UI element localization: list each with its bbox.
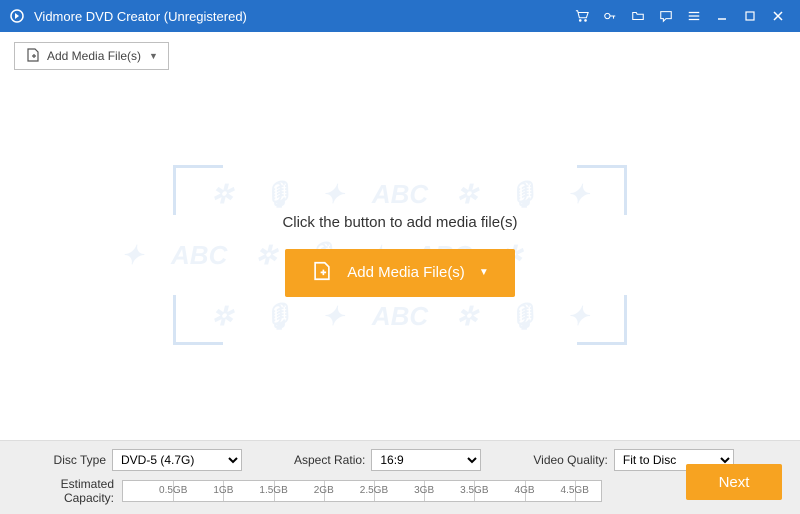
capacity-scale: 0.5GB 1GB 1.5GB 2GB 2.5GB 3GB 3.5GB 4GB … bbox=[122, 480, 602, 502]
add-media-button-big[interactable]: Add Media File(s) ▼ bbox=[285, 249, 514, 297]
video-quality-label: Video Quality: bbox=[533, 453, 608, 467]
key-icon[interactable] bbox=[600, 6, 620, 26]
drop-corner-icon bbox=[173, 165, 223, 215]
tick-label: 2GB bbox=[314, 485, 334, 496]
maximize-icon[interactable] bbox=[740, 6, 760, 26]
chevron-down-icon: ▼ bbox=[479, 267, 489, 278]
titlebar: Vidmore DVD Creator (Unregistered) bbox=[0, 0, 800, 32]
tick-label: 4.5GB bbox=[561, 485, 589, 496]
minimize-icon[interactable] bbox=[712, 6, 732, 26]
aspect-ratio-select[interactable]: 16:9 bbox=[371, 449, 481, 471]
next-button[interactable]: Next bbox=[686, 464, 782, 500]
add-file-icon bbox=[25, 47, 41, 66]
tick-label: 1.5GB bbox=[259, 485, 287, 496]
add-media-button-small-label: Add Media File(s) bbox=[47, 49, 141, 63]
drop-corner-icon bbox=[577, 165, 627, 215]
toolbar: Add Media File(s) ▼ bbox=[0, 32, 800, 70]
add-file-icon bbox=[311, 260, 333, 286]
chevron-down-icon: ▼ bbox=[149, 51, 158, 61]
tick-label: 0.5GB bbox=[159, 485, 187, 496]
app-title: Vidmore DVD Creator (Unregistered) bbox=[34, 9, 247, 24]
bottom-panel: Disc Type DVD-5 (4.7G) Aspect Ratio: 16:… bbox=[0, 440, 800, 514]
capacity-label: Estimated Capacity: bbox=[18, 477, 114, 505]
disc-type-select[interactable]: DVD-5 (4.7G) bbox=[112, 449, 242, 471]
menu-icon[interactable] bbox=[684, 6, 704, 26]
drop-corner-icon bbox=[173, 295, 223, 345]
tick-label: 1GB bbox=[213, 485, 233, 496]
tick-label: 3GB bbox=[414, 485, 434, 496]
add-media-button-small[interactable]: Add Media File(s) ▼ bbox=[14, 42, 169, 70]
aspect-ratio-label: Aspect Ratio: bbox=[294, 453, 365, 467]
close-icon[interactable] bbox=[768, 6, 788, 26]
app-logo-icon bbox=[8, 7, 26, 25]
add-media-button-big-label: Add Media File(s) bbox=[347, 264, 465, 281]
feedback-icon[interactable] bbox=[656, 6, 676, 26]
folder-icon[interactable] bbox=[628, 6, 648, 26]
tick-label: 3.5GB bbox=[460, 485, 488, 496]
drop-hint-text: Click the button to add media file(s) bbox=[282, 214, 517, 231]
disc-type-label: Disc Type bbox=[18, 453, 106, 467]
tick-label: 2.5GB bbox=[360, 485, 388, 496]
cart-icon[interactable] bbox=[572, 6, 592, 26]
drop-zone[interactable]: Click the button to add media file(s) Ad… bbox=[130, 155, 670, 355]
tick-label: 4GB bbox=[515, 485, 535, 496]
main-area: ✲🎙✦ABC✲🎙✦ ✦ABC✲🎙✦ABC✲ ✲🎙✦ABC✲🎙✦ Click th… bbox=[0, 70, 800, 440]
drop-corner-icon bbox=[577, 295, 627, 345]
